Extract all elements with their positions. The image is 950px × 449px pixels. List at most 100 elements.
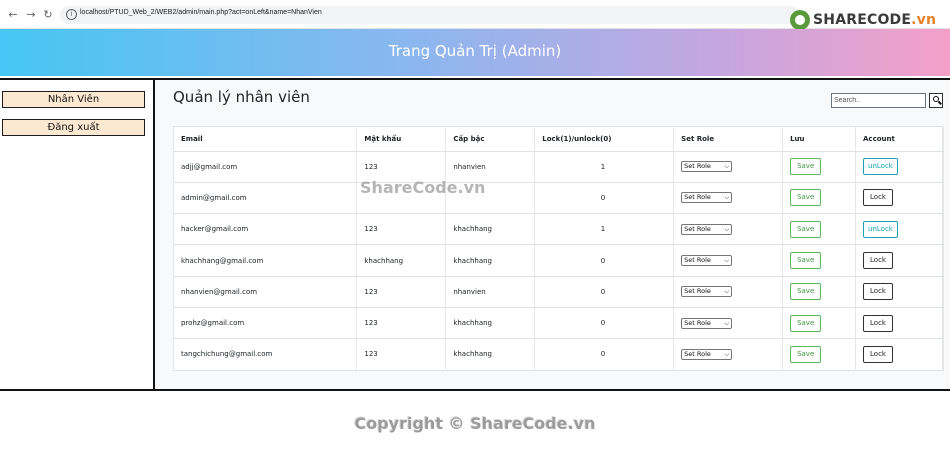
table-row: adjj@gmail.com 123 nhanvien 1 Set Role ⌵ … [174, 151, 944, 183]
sidebar-item-nhan-vien[interactable]: Nhân Viên [2, 91, 145, 108]
set-role-select[interactable]: Set Role ⌵ [681, 348, 733, 360]
cell-email: prohz@gmail.com [174, 307, 358, 340]
sidebar-item-logout[interactable]: Đăng xuất [2, 119, 145, 136]
save-button[interactable]: Save [790, 220, 822, 238]
cell-level [445, 182, 536, 215]
reload-icon[interactable]: ↻ [41, 8, 55, 22]
set-role-select-value: Set Role [684, 193, 711, 202]
cell-email: nhanvien@gmail.com [174, 276, 358, 308]
sharecode-logo-icon [790, 10, 810, 30]
cell-password: 123 [356, 213, 447, 246]
site-info-icon[interactable]: i [66, 9, 77, 20]
chevron-down-icon: ⌵ [724, 163, 730, 171]
set-role-select[interactable]: Set Role ⌵ [681, 255, 733, 267]
lock-button[interactable]: Lock [863, 252, 893, 270]
search-button[interactable] [929, 93, 943, 108]
employee-table: Email Mật khẩu Cấp bậc Lock(1)/unlock(0)… [174, 127, 944, 371]
cell-password: 123 [356, 151, 447, 183]
url-text: localhost/PTUD_Web_2/WEB2/admin/main.php… [80, 9, 322, 16]
cell-level: nhanvien [445, 151, 536, 183]
set-role-select[interactable]: Set Role ⌵ [681, 286, 733, 298]
table-row: prohz@gmail.com 123 khachhang 0 Set Role… [174, 307, 944, 340]
lock-button[interactable]: Lock [863, 314, 893, 332]
cell-email: adjj@gmail.com [174, 151, 358, 183]
chevron-down-icon: ⌵ [724, 257, 730, 265]
set-role-select-value: Set Role [684, 162, 711, 171]
page-title: Quản lý nhân viên [173, 88, 310, 106]
column-header-account: Account [855, 127, 944, 152]
cell-lock: 0 [534, 276, 675, 308]
lock-button[interactable]: Lock [863, 189, 893, 207]
back-arrow-icon[interactable]: ← [6, 8, 20, 22]
cell-email: khachhang@gmail.com [174, 244, 358, 277]
copyright-footer: Copyright © ShareCode.vn [354, 414, 596, 433]
cell-password: 123 [356, 276, 447, 308]
set-role-select[interactable]: Set Role ⌵ [681, 223, 733, 235]
lock-button[interactable]: Lock [863, 345, 893, 363]
table-row: admin@gmail.com 0 Set Role ⌵ Save Lock [174, 182, 944, 215]
chevron-down-icon: ⌵ [724, 319, 730, 327]
forward-arrow-icon[interactable]: → [24, 8, 38, 22]
set-role-select-value: Set Role [684, 318, 711, 327]
unlock-button[interactable]: unLock [863, 158, 898, 176]
table-header-row: Email Mật khẩu Cấp bậc Lock(1)/unlock(0)… [174, 127, 944, 152]
main-content: Quản lý nhân viên Email Mật khẩu Cấp bậc… [155, 78, 950, 391]
sidebar: Nhân Viên Đăng xuất [0, 78, 155, 391]
table-row: tangchichung@gmail.com 123 khachhang 0 S… [174, 338, 944, 371]
column-header-save: Lưu [782, 127, 857, 152]
save-button[interactable]: Save [790, 252, 822, 270]
admin-header: Trang Quản Trị (Admin) [0, 29, 950, 76]
browser-toolbar: ← → ↻ i localhost/PTUD_Web_2/WEB2/admin/… [0, 0, 950, 31]
set-role-select[interactable]: Set Role ⌵ [681, 192, 733, 204]
cell-lock: 1 [534, 213, 675, 246]
set-role-select-value: Set Role [684, 287, 711, 296]
save-button[interactable]: Save [790, 158, 822, 176]
unlock-button[interactable]: unLock [863, 220, 898, 238]
cell-level: khachhang [445, 244, 536, 277]
page-header-title: Trang Quản Trị (Admin) [388, 42, 562, 60]
set-role-select-value: Set Role [684, 349, 711, 358]
logo-text-main: SHARECODE [813, 12, 912, 28]
set-role-select[interactable]: Set Role ⌵ [681, 317, 733, 329]
chevron-down-icon: ⌵ [724, 225, 730, 233]
cell-password: 123 [356, 307, 447, 340]
logo-text-suffix: .vn [911, 12, 937, 28]
cell-password: khachhang [356, 244, 447, 277]
set-role-select-value: Set Role [684, 224, 711, 233]
cell-password: 123 [356, 338, 447, 371]
chevron-down-icon: ⌵ [724, 350, 730, 358]
cell-level: nhanvien [445, 276, 536, 308]
cell-lock: 0 [534, 244, 675, 277]
set-role-select-value: Set Role [684, 256, 711, 265]
chevron-down-icon: ⌵ [724, 194, 730, 202]
cell-password [356, 182, 447, 215]
save-button[interactable]: Save [790, 283, 822, 301]
column-header-lock: Lock(1)/unlock(0) [534, 127, 675, 152]
cell-lock: 0 [534, 307, 675, 340]
column-header-level: Cấp bậc [445, 127, 536, 152]
cell-level: khachhang [445, 338, 536, 371]
cell-email: admin@gmail.com [174, 182, 358, 215]
lock-button[interactable]: Lock [863, 283, 893, 301]
table-row: hacker@gmail.com 123 khachhang 1 Set Rol… [174, 213, 944, 246]
table-row: khachhang@gmail.com khachhang khachhang … [174, 244, 944, 277]
cell-lock: 1 [534, 151, 675, 183]
address-bar[interactable]: i localhost/PTUD_Web_2/WEB2/admin/main.p… [60, 6, 800, 24]
save-button[interactable]: Save [790, 314, 822, 332]
cell-level: khachhang [445, 307, 536, 340]
set-role-select[interactable]: Set Role ⌵ [681, 161, 733, 173]
cell-lock: 0 [534, 182, 675, 215]
search-input[interactable] [831, 93, 926, 108]
sharecode-logo: SHARECODE.vn [790, 9, 936, 31]
column-header-email: Email [174, 127, 358, 152]
column-header-set-role: Set Role [673, 127, 784, 152]
table-row: nhanvien@gmail.com 123 nhanvien 0 Set Ro… [174, 276, 944, 308]
employee-table-container: Email Mật khẩu Cấp bậc Lock(1)/unlock(0)… [173, 126, 944, 371]
cell-lock: 0 [534, 338, 675, 371]
column-header-password: Mật khẩu [356, 127, 447, 152]
save-button[interactable]: Save [790, 345, 822, 363]
cell-email: tangchichung@gmail.com [174, 338, 358, 371]
chevron-down-icon: ⌵ [724, 288, 730, 296]
cell-level: khachhang [445, 213, 536, 246]
save-button[interactable]: Save [790, 189, 822, 207]
